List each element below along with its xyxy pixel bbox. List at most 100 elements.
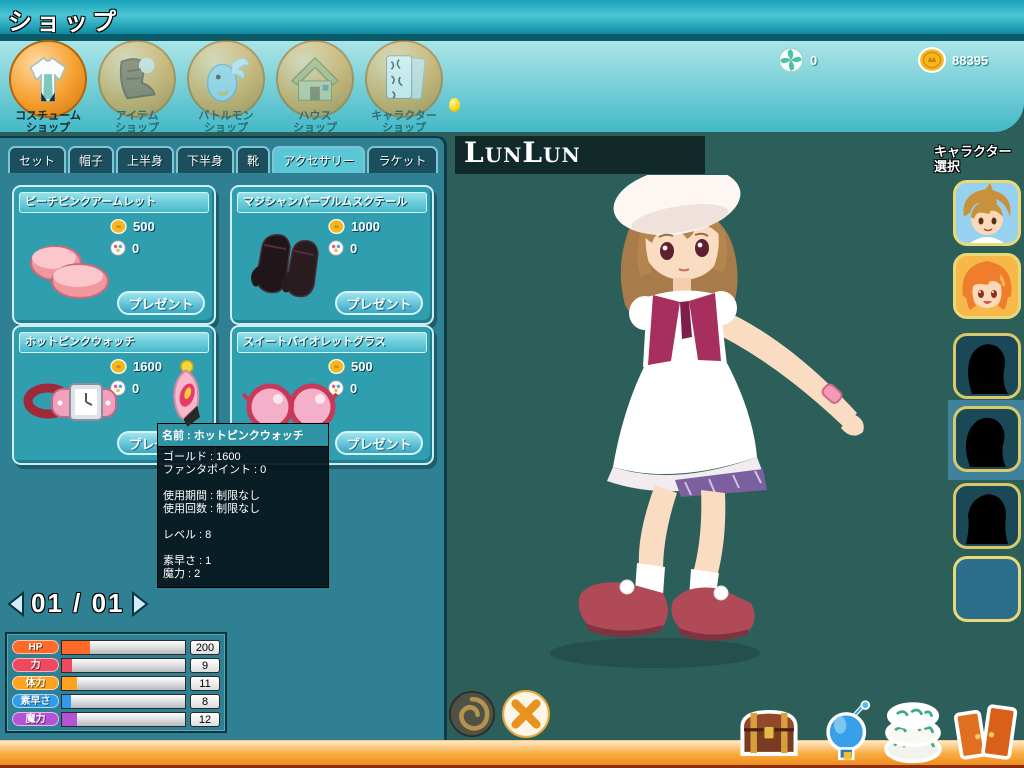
exit-doors-icon[interactable] — [953, 700, 1019, 764]
rotate-button[interactable] — [448, 690, 496, 738]
tooltip-line: 素早さ : 1 — [163, 555, 323, 568]
tab-racket[interactable]: ラケット — [367, 146, 437, 173]
battlemon-shop-icon — [187, 40, 265, 118]
page-indicator: 01 / 01 — [31, 588, 125, 619]
stat-label: 力 — [12, 658, 59, 672]
shop-nav: コスチュームショップ アイテムショップ バトルモンショップ ハウスショップ キャ… — [6, 40, 446, 134]
character-slot-empty-silhouette[interactable] — [953, 483, 1021, 549]
stat-bar — [61, 676, 186, 691]
stat-label: HP — [12, 640, 59, 654]
candy-amount: 0 — [810, 53, 817, 68]
tab-hat[interactable]: 帽子 — [68, 146, 114, 173]
tooltip-line: ファンタポイント : 0 — [163, 464, 323, 477]
shop-nav-costume[interactable]: コスチュームショップ — [6, 40, 90, 134]
black-gloves-image — [240, 229, 335, 309]
stat-row-speed: 素早さ 8 — [12, 693, 220, 709]
character-select-label: キャラクター選択 — [934, 144, 1011, 174]
tooltip-line: レベル : 8 — [163, 529, 323, 542]
tooltip-line — [163, 477, 323, 490]
shop-nav-character[interactable]: キャラクターショップ — [362, 40, 446, 134]
character-slot-empty-silhouette[interactable] — [953, 406, 1021, 472]
inventory-chest-icon[interactable] — [736, 703, 802, 763]
page-prev-icon[interactable] — [6, 591, 26, 617]
item-name: ホットピンクウォッチ — [19, 332, 209, 353]
tab-top[interactable]: 上半身 — [116, 146, 174, 173]
silhouette-portrait — [956, 486, 1018, 546]
tooltip-line: 魔力 : 2 — [163, 568, 323, 581]
shop-label-line2: ショップ — [115, 122, 159, 134]
stat-bar — [61, 712, 186, 727]
character-slot-girl[interactable] — [953, 253, 1021, 319]
stat-label: 体力 — [12, 676, 59, 690]
silhouette-portrait — [956, 409, 1018, 469]
character-slot-boy[interactable] — [953, 180, 1021, 246]
shop-label-line2: ショップ — [382, 122, 426, 134]
tab-accessory[interactable]: アクセサリー — [272, 146, 365, 173]
item-card-gloves[interactable]: マジシャンパープルムスクテール 1000 0 プレゼント — [230, 185, 434, 325]
stat-value: 11 — [190, 676, 220, 691]
tooltip-line: 使用回数 : 制限なし — [163, 503, 323, 516]
cancel-button[interactable] — [501, 689, 551, 739]
tooltip-title: 名前 : ホットピンクウォッチ — [158, 424, 328, 447]
shop-label-line2: ショップ — [204, 122, 248, 134]
stat-bar — [61, 694, 186, 709]
present-button[interactable]: プレゼント — [335, 431, 423, 455]
girl-portrait — [956, 256, 1018, 316]
tooltip-line: ゴールド : 1600 — [163, 451, 323, 464]
stat-value: 12 — [190, 712, 220, 727]
item-name: マジシャンパープルムスクテール — [237, 192, 427, 213]
shop-label-line1: バトルモン — [198, 110, 253, 122]
sparkle-dot — [449, 98, 460, 112]
pink-watch-image — [22, 369, 132, 439]
stat-row-power: 力 9 — [12, 657, 220, 673]
stat-row-hp: HP 200 — [12, 639, 220, 655]
character-preview — [505, 175, 905, 695]
item-name: ピーチピンクアームレット — [19, 192, 209, 213]
item-fanta-price: 0 — [132, 241, 139, 256]
character-shop-icon — [365, 40, 443, 118]
character-nameplate: LunLun — [455, 136, 705, 174]
tooltip-line — [163, 516, 323, 529]
boy-portrait — [956, 183, 1018, 243]
present-button[interactable]: プレゼント — [335, 291, 423, 315]
item-tooltip: 名前 : ホットピンクウォッチ ゴールド : 1600 ファンタポイント : 0… — [157, 423, 329, 588]
item-fanta-price: 0 — [350, 241, 357, 256]
candy-icon — [778, 47, 804, 73]
page-title: ショップ — [8, 2, 120, 37]
character-slot-empty[interactable] — [953, 556, 1021, 622]
pagination: 01 / 01 — [6, 588, 150, 619]
stat-value: 8 — [190, 694, 220, 709]
title-bar: ショップ — [0, 0, 1024, 34]
battlemon-balloon-icon[interactable] — [822, 700, 874, 764]
stat-row-stamina: 体力 11 — [12, 675, 220, 691]
shop-nav-item[interactable]: アイテムショップ — [95, 40, 179, 134]
stat-bar — [61, 640, 186, 655]
present-button[interactable]: プレゼント — [117, 291, 205, 315]
item-gold-price: 500 — [351, 359, 373, 374]
shop-nav-house[interactable]: ハウスショップ — [273, 40, 357, 134]
stat-row-magic: 魔力 12 — [12, 711, 220, 727]
shop-label-line2: ショップ — [26, 122, 70, 134]
shop-label-line1: アイテム — [116, 110, 159, 122]
stat-bar — [61, 658, 186, 673]
character-slot-empty-silhouette[interactable] — [953, 333, 1021, 399]
item-name: スイートバイオレットグラス — [237, 332, 427, 353]
item-card-armlet[interactable]: ピーチピンクアームレット 500 0 プレゼント — [12, 185, 216, 325]
house-shop-icon — [276, 40, 354, 118]
candy-stack-icon[interactable] — [878, 698, 948, 764]
category-tabs: セット 帽子 上半身 下半身 靴 アクセサリー ラケット — [8, 146, 438, 173]
shop-label-line1: コスチューム — [15, 110, 81, 122]
item-gold-price: 500 — [133, 219, 155, 234]
stat-value: 200 — [190, 640, 220, 655]
page-next-icon[interactable] — [130, 591, 150, 617]
tab-shoes[interactable]: 靴 — [236, 146, 270, 173]
tab-set[interactable]: セット — [8, 146, 66, 173]
pink-armlet-image — [22, 229, 117, 307]
item-fanta-price: 0 — [132, 381, 139, 396]
tab-bottom[interactable]: 下半身 — [176, 146, 234, 173]
tooltip-line — [163, 542, 323, 555]
shop-nav-battlemon[interactable]: バトルモンショップ — [184, 40, 268, 134]
costume-shop-icon — [9, 40, 87, 118]
tooltip-line: 使用期間 : 制限なし — [163, 490, 323, 503]
item-gold-price: 1600 — [133, 359, 162, 374]
